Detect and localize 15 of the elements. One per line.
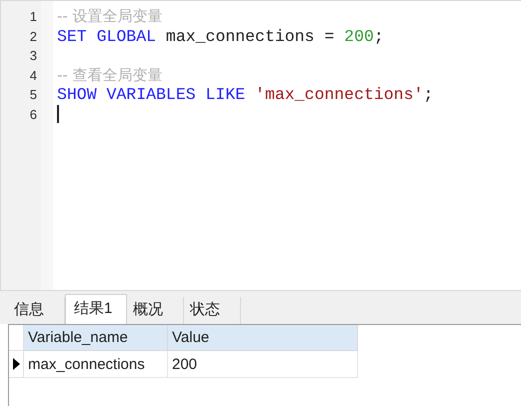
- column-header: Value: [168, 325, 358, 351]
- code-line: SET GLOBAL max_connections = 200;: [57, 26, 384, 46]
- code-line: SHOW VARIABLES LIKE 'max_connections';: [57, 85, 434, 104]
- line-number: 1: [30, 9, 37, 24]
- table-cell: max_connections: [24, 351, 168, 378]
- line-number: 5: [30, 87, 37, 102]
- line-number: 6: [30, 106, 37, 122]
- code-comment: -- 设置全局变量: [57, 7, 163, 26]
- result-tab[interactable]: 结果1: [65, 294, 127, 324]
- line-number: 4: [30, 68, 37, 82]
- table-cell: 200: [168, 351, 358, 378]
- column-header: Variable_name: [24, 325, 168, 351]
- line-number: 2: [30, 28, 37, 44]
- line-number: 3: [30, 48, 37, 63]
- code-comment: -- 查看全局变量: [57, 66, 163, 85]
